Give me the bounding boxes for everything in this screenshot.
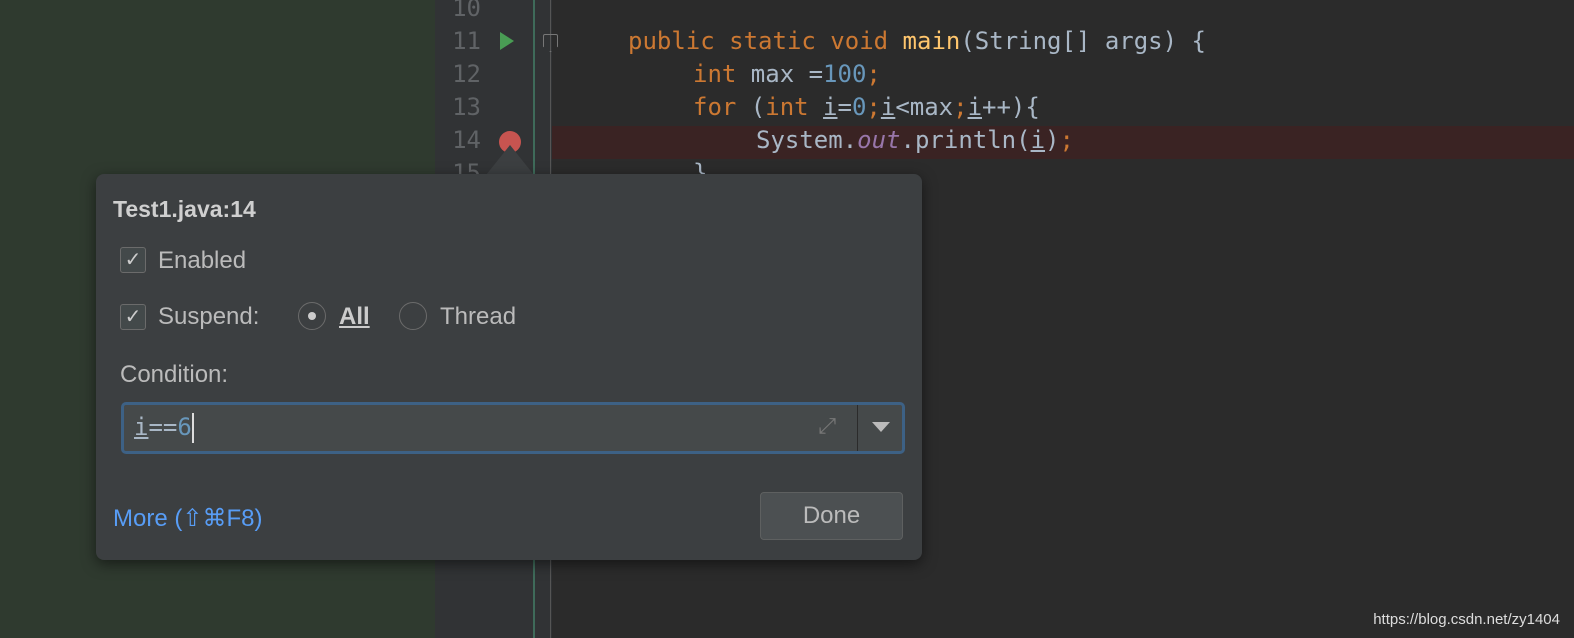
code-token: ; xyxy=(1059,126,1074,154)
code-token: i xyxy=(967,93,983,121)
line-number: 10 xyxy=(452,0,481,22)
check-icon: ✓ xyxy=(124,249,142,271)
line-number: 13 xyxy=(452,93,481,121)
code-line: System.out.println(i); xyxy=(756,124,1074,157)
popup-title: Test1.java:14 xyxy=(113,196,256,222)
radio-dot xyxy=(308,312,316,320)
enabled-label: Enabled xyxy=(158,247,247,274)
code-token: <max xyxy=(895,93,954,121)
suspend-checkbox[interactable]: ✓ xyxy=(120,304,146,330)
code-token: ; xyxy=(866,93,881,121)
condition-op: == xyxy=(148,413,178,441)
code-token: i xyxy=(823,93,838,121)
code-token: .println( xyxy=(900,126,1031,154)
done-button[interactable]: Done xyxy=(760,492,903,540)
code-token: (String[] args) { xyxy=(960,27,1206,55)
condition-input[interactable]: i==6 ⤢ xyxy=(121,402,905,454)
code-line: int max =100; xyxy=(693,58,881,91)
code-token: 0 xyxy=(851,93,867,121)
code-token: out xyxy=(857,126,901,154)
code-token: for xyxy=(693,93,751,121)
code-token: main xyxy=(902,27,961,55)
line-number: 12 xyxy=(452,60,481,88)
code-line: public static void main(String[] args) { xyxy=(628,25,1206,58)
code-token: ( xyxy=(750,93,766,121)
code-token: ) xyxy=(1045,126,1060,154)
line-number: 14 xyxy=(452,126,481,154)
code-token: ; xyxy=(866,60,881,88)
dropdown-separator xyxy=(857,405,858,451)
watermark: https://blog.csdn.net/zy1404 xyxy=(1373,611,1560,628)
code-token: i xyxy=(1030,126,1046,154)
code-token: int xyxy=(765,93,824,121)
code-token: 100 xyxy=(823,60,867,88)
more-link[interactable]: More (⇧⌘F8) xyxy=(113,504,262,533)
popup-pointer xyxy=(486,145,534,175)
dropdown-arrow-icon[interactable] xyxy=(872,422,890,432)
code-token: public static void xyxy=(628,27,903,55)
check-icon: ✓ xyxy=(124,306,142,328)
line-number: 11 xyxy=(452,27,481,55)
code-token: max = xyxy=(750,60,824,88)
code-token: = xyxy=(837,93,852,121)
condition-var: i xyxy=(134,413,149,441)
breakpoint-popup: Test1.java:14 ✓ Enabled ✓ Suspend: All T… xyxy=(96,174,922,560)
run-icon[interactable] xyxy=(500,32,514,50)
code-token: ; xyxy=(953,93,968,121)
radio-all-label[interactable]: All xyxy=(339,303,370,331)
enabled-checkbox[interactable]: ✓ xyxy=(120,247,146,273)
code-token: ++){ xyxy=(982,93,1040,121)
suspend-label: Suspend: xyxy=(158,303,260,330)
radio-all[interactable] xyxy=(298,302,326,330)
code-token: int xyxy=(693,60,751,88)
radio-thread-label[interactable]: Thread xyxy=(440,303,516,331)
code-line: for (int i=0;i<max;i++){ xyxy=(693,91,1040,124)
expand-icon[interactable]: ⤢ xyxy=(818,413,836,439)
text-caret xyxy=(191,413,194,443)
radio-thread[interactable] xyxy=(399,302,427,330)
condition-num: 6 xyxy=(177,413,192,441)
code-token: i xyxy=(880,93,896,121)
condition-label: Condition: xyxy=(120,361,229,388)
code-token: System. xyxy=(756,126,858,154)
